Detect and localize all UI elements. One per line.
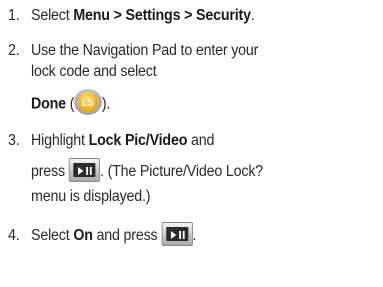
step-text: Highlight <box>31 132 89 149</box>
security-label: Security <box>196 7 251 24</box>
done-label: Done <box>31 95 66 113</box>
paren-close: ). <box>101 95 111 113</box>
period: . <box>192 227 197 245</box>
step-text: Select <box>31 7 74 24</box>
step-4: 4. <box>8 226 20 246</box>
step-number: 4. <box>8 227 20 244</box>
step-2: 2. <box>8 41 20 61</box>
menu-label: Menu <box>73 7 110 24</box>
step-3-line-3: menu is displayed.) <box>31 187 151 207</box>
step-text: lock code and select <box>31 63 157 80</box>
step-3-line-2: press . (The Picture/Video Lock? <box>31 158 264 182</box>
period: . <box>250 7 255 24</box>
separator: > <box>109 7 126 24</box>
step-text: Use the Navigation Pad to enter your <box>31 42 259 59</box>
play-pause-icon <box>68 158 101 182</box>
step-number: 3. <box>8 132 20 149</box>
step-text: and press <box>92 227 162 245</box>
step-2-line-3: Done ( LS). <box>31 89 111 115</box>
ls-key-label: LS <box>81 98 95 109</box>
separator: > <box>180 7 197 24</box>
step-text: . (The Picture/Video Lock? <box>100 163 264 181</box>
step-text: press <box>31 163 69 181</box>
play-pause-glyph <box>77 167 92 175</box>
step-number: 1. <box>8 7 20 24</box>
ls-key-icon: LS <box>74 89 102 115</box>
lock-pic-video-label: Lock Pic/Video <box>88 132 188 149</box>
paren-open: ( <box>65 95 75 113</box>
step-text: menu is displayed.) <box>31 188 151 205</box>
step-1: 1. <box>8 6 20 26</box>
step-text: Select <box>31 227 74 245</box>
instruction-steps: 1. Select Menu > Settings > Security. 2.… <box>0 0 383 287</box>
play-pause-glyph <box>170 231 185 239</box>
step-2-line-1: Use the Navigation Pad to enter your <box>31 41 258 61</box>
step-4-text: Select On and press . <box>31 222 197 246</box>
step-number: 2. <box>8 42 20 59</box>
play-pause-icon <box>161 222 193 246</box>
step-3-line-1: Highlight Lock Pic/Video and <box>31 131 214 151</box>
step-text: and <box>187 132 215 149</box>
step-3: 3. <box>8 131 20 151</box>
step-2-line-2: lock code and select <box>31 62 157 82</box>
step-1-text: Select Menu > Settings > Security. <box>31 6 255 26</box>
settings-label: Settings <box>125 7 181 24</box>
on-label: On <box>73 227 93 245</box>
